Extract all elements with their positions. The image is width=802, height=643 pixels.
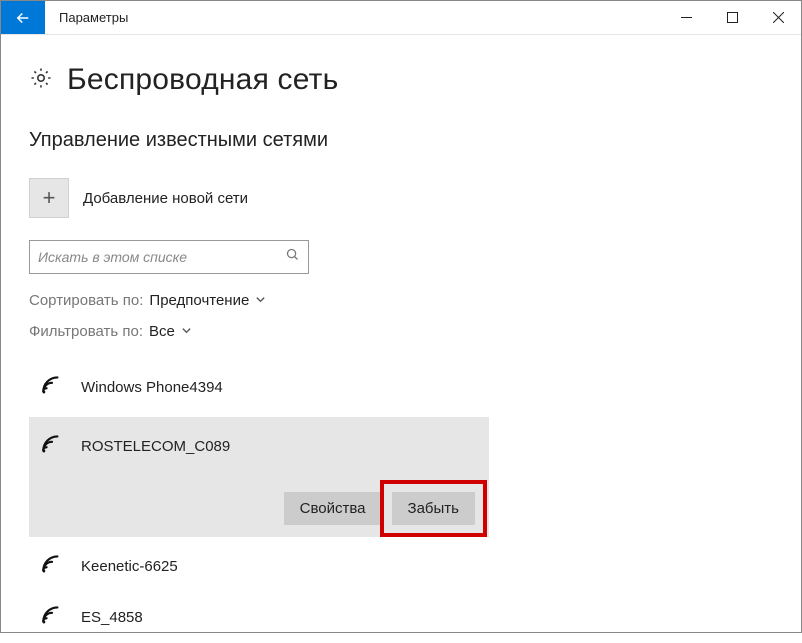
plus-icon: +: [29, 178, 69, 218]
page-title: Беспроводная сеть: [67, 63, 338, 97]
search-box[interactable]: [29, 240, 309, 274]
gear-icon: [29, 66, 53, 95]
filter-label: Фильтровать по:: [29, 323, 143, 340]
chevron-down-icon: [181, 323, 192, 340]
chevron-down-icon: [255, 292, 266, 309]
sort-label: Сортировать по:: [29, 292, 143, 309]
titlebar: Параметры: [1, 1, 801, 35]
network-name: Windows Phone4394: [81, 379, 223, 396]
sort-row[interactable]: Сортировать по: Предпочтение: [29, 292, 773, 309]
window-title: Параметры: [45, 1, 663, 34]
properties-button[interactable]: Свойства: [284, 492, 382, 525]
wifi-icon: [39, 431, 65, 462]
filter-value: Все: [149, 323, 192, 340]
network-actions: Свойства Забыть: [39, 492, 479, 525]
filter-row[interactable]: Фильтровать по: Все: [29, 323, 773, 340]
network-name: Keenetic-6625: [81, 558, 178, 575]
page-heading: Беспроводная сеть: [29, 63, 773, 97]
add-network-row[interactable]: + Добавление новой сети: [29, 178, 773, 218]
network-item-selected[interactable]: ROSTELECOM_C089 Свойства Забыть: [29, 417, 489, 537]
section-title: Управление известными сетями: [29, 129, 773, 152]
window-controls: [663, 1, 801, 34]
wifi-icon: [39, 372, 65, 403]
wifi-icon: [39, 551, 65, 582]
network-item[interactable]: Keenetic-6625: [29, 541, 489, 592]
network-item[interactable]: Windows Phone4394: [29, 362, 489, 413]
sort-value-text: Предпочтение: [149, 292, 249, 309]
sort-value: Предпочтение: [149, 292, 266, 309]
search-input[interactable]: [38, 249, 285, 265]
back-button[interactable]: [1, 1, 45, 34]
network-name: ROSTELECOM_C089: [81, 438, 230, 455]
wifi-icon: [39, 602, 65, 633]
network-name: ES_4858: [81, 609, 143, 626]
add-network-label: Добавление новой сети: [83, 190, 248, 207]
close-button[interactable]: [755, 1, 801, 34]
network-list: Windows Phone4394 ROSTELECOM_C089 Свойст…: [29, 362, 489, 643]
search-icon: [285, 247, 300, 267]
forget-button[interactable]: Забыть: [392, 492, 475, 525]
filter-value-text: Все: [149, 323, 175, 340]
content-area: Беспроводная сеть Управление известными …: [1, 35, 801, 643]
minimize-button[interactable]: [663, 1, 709, 34]
network-item[interactable]: ES_4858: [29, 592, 489, 643]
maximize-button[interactable]: [709, 1, 755, 34]
